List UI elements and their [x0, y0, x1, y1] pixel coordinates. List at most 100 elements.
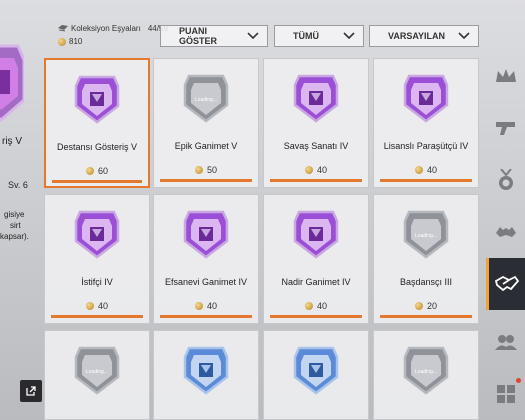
card-name: Nadir Ganimet IV — [281, 277, 351, 287]
chevron-down-icon — [247, 32, 259, 40]
rail-tab-crown[interactable] — [486, 50, 525, 102]
badge-gray-icon: Loading... — [74, 346, 120, 395]
card-name: Lisanslı Paraşütçü IV — [383, 141, 469, 151]
badge-gray-icon: Loading... — [403, 210, 449, 259]
coin-icon — [85, 302, 94, 310]
card-points-value: 40 — [426, 165, 437, 175]
flex-icon — [495, 227, 516, 237]
collection-card[interactable]: Nadir Ganimet IV 40 — [263, 194, 369, 324]
dropdown-label: TÜMÜ — [293, 31, 319, 41]
card-name: Savaş Sanatı IV — [283, 141, 349, 151]
collection-card[interactable]: Destansı Gösteriş V 60 — [44, 58, 150, 188]
badge-desc-line3: kapsar). — [0, 232, 29, 241]
rail-tab-medals[interactable] — [486, 154, 525, 206]
card-points: 40 — [264, 301, 368, 311]
badge-gray-icon: Loading... — [403, 346, 449, 395]
badge-purple-icon — [293, 210, 339, 259]
rail-tab-collection[interactable] — [486, 258, 525, 310]
rail-tab-more[interactable] — [486, 368, 525, 420]
rail-tab-strength[interactable] — [486, 206, 525, 258]
category-rail — [486, 50, 525, 420]
badge-loading-text: Loading... — [415, 369, 437, 375]
card-points: 40 — [374, 165, 478, 175]
badge-purple-icon — [183, 210, 229, 259]
dropdown-label: VARSAYILAN — [388, 31, 446, 41]
card-progress-fill — [270, 315, 362, 318]
notification-dot — [516, 378, 521, 383]
collection-card[interactable]: Loading... Epik Ganimet V 50 — [153, 58, 259, 188]
badge-purple-icon — [74, 210, 120, 259]
rail-tab-weapons[interactable] — [486, 102, 525, 154]
badge-title-fragment: riş V — [2, 136, 22, 147]
card-name: Başdansçı III — [399, 277, 453, 287]
badge-desc-line1: gisiye — [4, 210, 25, 219]
card-points-value: 40 — [316, 165, 327, 175]
card-progress-fill — [52, 180, 142, 183]
card-points: 40 — [45, 301, 149, 311]
gun-icon — [495, 122, 515, 135]
card-points: 20 — [374, 301, 478, 311]
card-points-value: 50 — [206, 165, 217, 175]
chevron-down-icon — [343, 32, 355, 40]
badge-loading-text: Loading... — [86, 369, 108, 375]
collection-header: Koleksiyon Eşyaları 44/59 810 — [58, 24, 168, 46]
card-progress-fill — [160, 315, 252, 318]
card-progress-bar — [380, 179, 472, 182]
badge-loading-text: Loading... — [195, 97, 217, 103]
card-name: Epik Ganimet V — [174, 141, 238, 151]
coin-icon — [414, 166, 423, 174]
card-progress-bar — [51, 315, 143, 318]
card-points-value: 40 — [316, 301, 327, 311]
left-detail-panel: riş V Sv. 6 gisiye sirt kapsar). — [0, 0, 40, 420]
show-points-dropdown[interactable]: PUANI GÖSTER — [160, 25, 268, 47]
badge-blue-icon — [293, 346, 339, 395]
coin-icon — [85, 167, 94, 175]
badge-purple-icon — [293, 74, 339, 123]
handshake-icon — [495, 275, 519, 292]
collection-card[interactable] — [263, 330, 369, 420]
card-progress-bar — [160, 179, 252, 182]
collection-card[interactable]: İstifçi IV 40 — [44, 194, 150, 324]
collection-card[interactable]: Efsanevi Ganimet IV 40 — [153, 194, 259, 324]
collection-card[interactable]: Loading... — [44, 330, 150, 420]
card-points: 60 — [46, 166, 148, 176]
card-progress-bar — [380, 315, 472, 318]
card-points-value: 40 — [97, 301, 108, 311]
sort-dropdown[interactable]: VARSAYILAN — [369, 25, 479, 47]
badge-purple-icon — [74, 75, 120, 124]
card-points: 50 — [154, 165, 258, 175]
card-progress-bar — [270, 179, 362, 182]
card-name: Destansı Gösteriş V — [56, 142, 138, 152]
rail-tab-team[interactable] — [486, 316, 525, 368]
badge-gray-icon: Loading... — [183, 74, 229, 123]
card-progress-fill — [380, 179, 472, 182]
collection-card[interactable] — [153, 330, 259, 420]
filter-dropdown[interactable]: TÜMÜ — [274, 25, 364, 47]
collection-card[interactable]: Savaş Sanatı IV 40 — [263, 58, 369, 188]
crown-icon — [495, 69, 516, 82]
share-button[interactable] — [20, 380, 42, 402]
coin-icon — [304, 302, 313, 310]
collection-label: Koleksiyon Eşyaları — [71, 24, 141, 33]
collection-icon — [58, 25, 68, 32]
card-progress-fill — [51, 315, 143, 318]
card-name: İstifçi IV — [81, 277, 113, 287]
coin-icon — [194, 166, 203, 174]
coin-icon — [194, 302, 203, 310]
medal-icon — [498, 169, 513, 190]
collection-card[interactable]: Loading... Başdansçı III 20 — [373, 194, 479, 324]
card-points-value: 20 — [426, 301, 437, 311]
card-points: 40 — [264, 165, 368, 175]
card-progress-fill — [380, 315, 472, 318]
grid-icon — [496, 385, 515, 403]
external-link-icon — [26, 386, 36, 396]
badge-desc-line2: sirt — [10, 221, 21, 230]
coin-icon — [58, 37, 66, 46]
card-progress-bar — [160, 315, 252, 318]
badge-blue-icon — [183, 346, 229, 395]
card-progress-fill — [270, 179, 362, 182]
coin-icon — [414, 302, 423, 310]
badge-loading-text: Loading... — [415, 233, 437, 239]
collection-card[interactable]: Lisanslı Paraşütçü IV 40 — [373, 58, 479, 188]
collection-card[interactable]: Loading... — [373, 330, 479, 420]
